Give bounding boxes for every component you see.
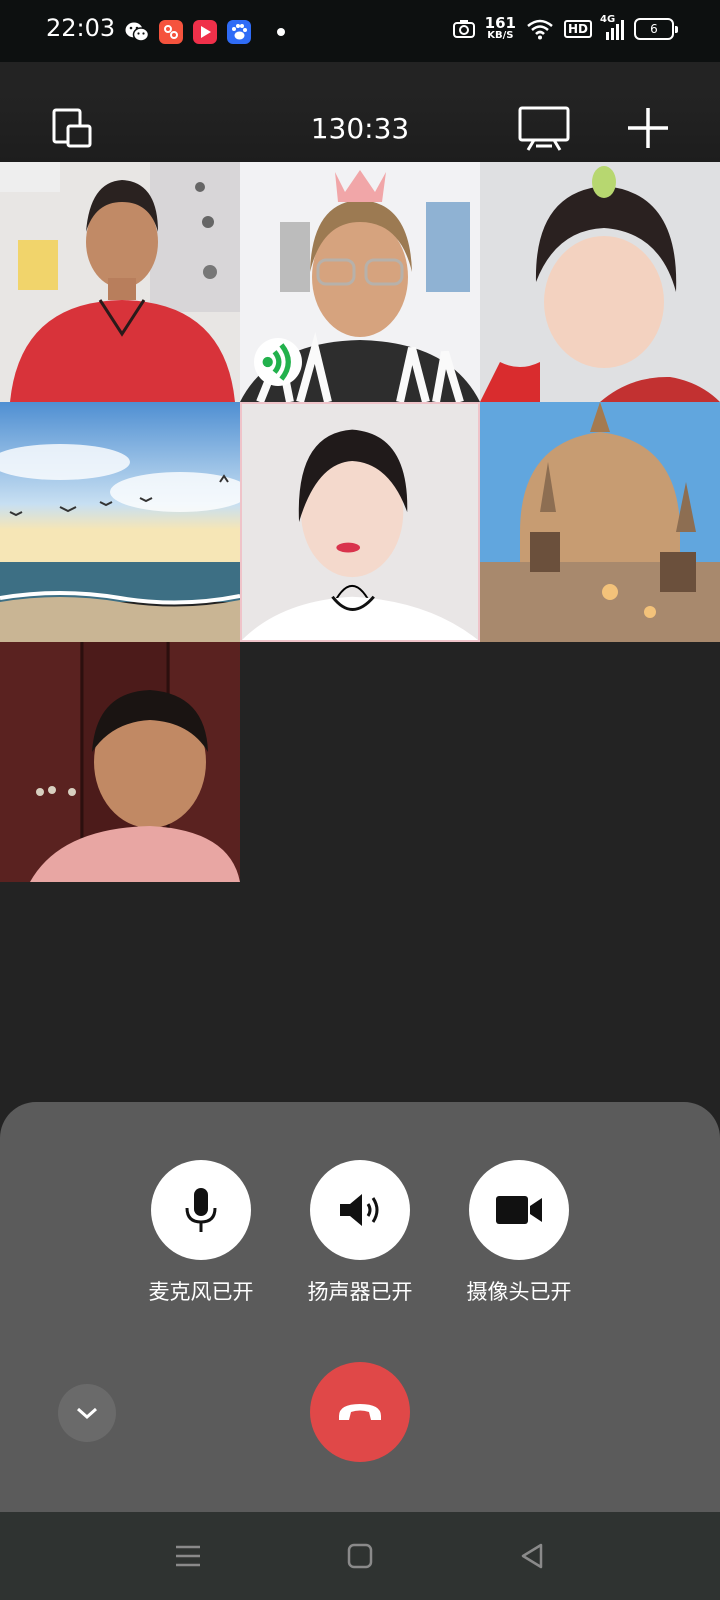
menu-nav-button[interactable]	[166, 1534, 210, 1578]
mic-control: 麦克风已开	[121, 1160, 281, 1306]
system-nav-bar	[0, 1512, 720, 1600]
net-speed: 161 KB/S	[484, 14, 516, 41]
speaker-control: 扬声器已开	[280, 1160, 440, 1306]
video-app-icon	[193, 20, 217, 44]
video-camera-icon	[496, 1196, 542, 1224]
mic-button[interactable]	[151, 1160, 251, 1260]
camera-control: 摄像头已开	[439, 1160, 599, 1306]
battery-icon: 6	[634, 17, 678, 40]
baidu-icon	[227, 20, 251, 44]
app-icon-orange	[159, 20, 183, 44]
participant-tile-3[interactable]	[480, 162, 720, 402]
speaker-label: 扬声器已开	[307, 1280, 413, 1304]
mic-label: 麦克风已开	[148, 1280, 254, 1304]
back-triangle-icon	[521, 1543, 543, 1569]
status-bar: 22:03 161 KB/S HD 4G 6	[0, 0, 720, 62]
call-top-bar: 130:33	[0, 62, 720, 162]
participant-tile-2[interactable]	[240, 162, 480, 402]
camera-in-use-icon	[452, 19, 475, 38]
cell-signal-icon: 4G	[600, 14, 624, 40]
participant-tile-6[interactable]	[480, 402, 720, 642]
notification-icons	[125, 20, 285, 44]
speaking-indicator-icon	[254, 338, 302, 386]
microphone-icon	[185, 1188, 217, 1232]
more-notifications-dot	[277, 28, 285, 36]
hang-up-button[interactable]	[310, 1362, 410, 1462]
camera-label: 摄像头已开	[466, 1280, 572, 1304]
screen-share-icon[interactable]	[516, 104, 572, 152]
system-icons: 161 KB/S HD 4G 6	[452, 14, 678, 41]
status-time: 22:03	[46, 14, 116, 42]
menu-icon	[176, 1545, 200, 1567]
add-participant-icon[interactable]	[624, 104, 672, 152]
call-duration: 130:33	[310, 112, 410, 145]
wechat-icon	[125, 20, 149, 44]
chevron-down-icon	[77, 1407, 97, 1420]
participant-tile-7[interactable]	[0, 642, 240, 882]
participant-tile-4[interactable]	[0, 402, 240, 642]
speaker-icon	[340, 1194, 379, 1226]
battery-level: 6	[650, 21, 658, 36]
hd-badge: HD	[563, 19, 592, 38]
speaker-button[interactable]	[310, 1160, 410, 1260]
wifi-icon	[527, 19, 553, 39]
home-nav-button[interactable]	[338, 1534, 382, 1578]
participant-tile-1[interactable]	[0, 162, 240, 402]
hang-up-icon	[339, 1404, 381, 1420]
home-square-icon	[347, 1543, 373, 1569]
call-control-panel: 麦克风已开 扬声器已开 摄像头已开	[0, 1102, 720, 1512]
back-nav-button[interactable]	[510, 1534, 554, 1578]
participant-tile-5[interactable]	[240, 402, 480, 642]
camera-button[interactable]	[469, 1160, 569, 1260]
collapse-panel-button[interactable]	[58, 1384, 116, 1442]
